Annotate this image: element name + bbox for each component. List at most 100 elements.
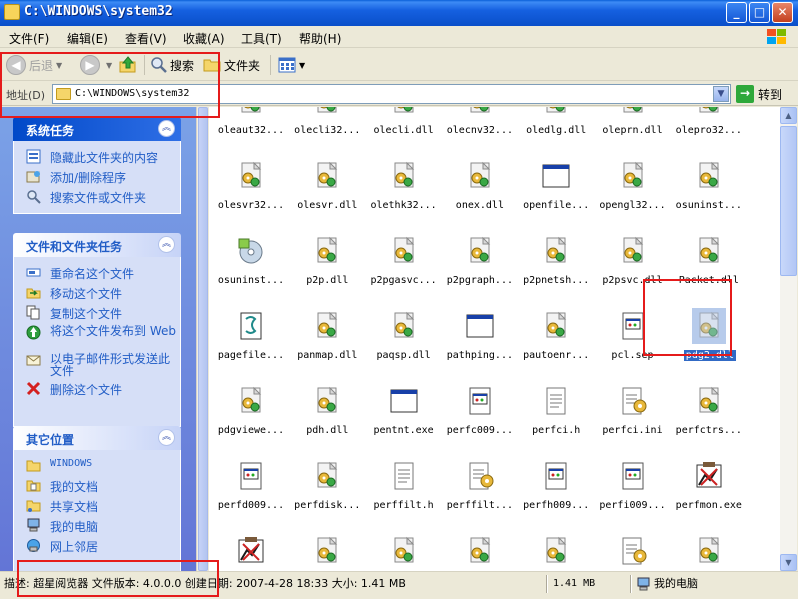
up-button[interactable] (118, 53, 138, 77)
file-tasks-header[interactable]: 文件和文件夹任务 ︽ (13, 233, 181, 257)
file-item[interactable]: perfd009... (213, 452, 289, 527)
folders-button[interactable]: 文件夹 (203, 53, 260, 77)
menu-file[interactable]: 文件(F) (9, 30, 49, 47)
scroll-up-button[interactable]: ▲ (780, 107, 797, 124)
file-item[interactable]: perfts.dll (671, 527, 747, 571)
task-move-file[interactable]: 移动这个文件 (14, 283, 180, 303)
place-shared-documents[interactable]: 共享文档 (14, 496, 180, 516)
file-item[interactable]: pdg2.dll (671, 302, 747, 377)
file-item[interactable]: olesvr32... (213, 152, 289, 227)
task-publish-web[interactable]: 将这个文件发布到 Web (14, 323, 180, 351)
file-item[interactable]: olecnv32... (442, 107, 518, 152)
file-list-scrollbar[interactable]: ▲ ▼ (780, 107, 797, 571)
file-item[interactable]: olecli32... (289, 107, 365, 152)
place-my-computer[interactable]: 我的电脑 (14, 516, 180, 536)
file-item[interactable]: oleprn.dll (595, 107, 671, 152)
title-bar[interactable]: C:\WINDOWS\system32 _ □ ✕ (0, 0, 798, 26)
collapse-icon[interactable]: ︽ (158, 120, 175, 137)
file-item[interactable]: perfnet.dll (289, 527, 365, 571)
file-item[interactable]: perffilt... (442, 452, 518, 527)
place-network[interactable]: 网上邻居 (14, 536, 180, 556)
maximize-button[interactable]: □ (749, 2, 770, 23)
system-tasks-header[interactable]: 系统任务 ︽ (13, 117, 181, 141)
file-item[interactable]: oleaut32... (213, 107, 289, 152)
file-item[interactable]: onex.dll (442, 152, 518, 227)
file-name: perfci.ini (602, 425, 663, 436)
menu-favorites[interactable]: 收藏(A) (183, 30, 225, 47)
task-copy-file[interactable]: 复制这个文件 (14, 303, 180, 323)
file-name: perfctrs... (675, 425, 742, 436)
scroll-down-button[interactable]: ▼ (780, 554, 797, 571)
file-item[interactable]: perfproc... (518, 527, 594, 571)
go-button[interactable]: → 转到 (736, 84, 792, 104)
file-item[interactable]: olethk32... (366, 152, 442, 227)
file-item[interactable]: perfci.ini (595, 377, 671, 452)
file-item[interactable]: perfmon.msc (213, 527, 289, 571)
collapse-icon[interactable]: ︽ (158, 429, 175, 446)
file-item[interactable]: olecli.dll (366, 107, 442, 152)
menu-tools[interactable]: 工具(T) (241, 30, 282, 47)
close-button[interactable]: ✕ (772, 2, 793, 23)
file-item[interactable]: pagefile... (213, 302, 289, 377)
task-search-files[interactable]: 搜索文件或文件夹 (14, 187, 180, 207)
file-item[interactable]: olepro32... (671, 107, 747, 152)
file-item[interactable]: perfmon.exe (671, 452, 747, 527)
file-item[interactable]: perfdisk... (289, 452, 365, 527)
file-item[interactable]: p2p.dll (289, 227, 365, 302)
file-item[interactable]: perfh009... (518, 452, 594, 527)
task-add-remove-programs[interactable]: 添加/删除程序 (14, 167, 180, 187)
views-button[interactable]: ▼ (278, 53, 305, 77)
shared-folder-icon (26, 500, 41, 512)
menu-help[interactable]: 帮助(H) (299, 30, 341, 47)
back-button[interactable]: ◀ 后退 ▼ (6, 53, 62, 77)
file-item[interactable]: openfile... (518, 152, 594, 227)
file-item[interactable]: olesvr.dll (289, 152, 365, 227)
task-email-file[interactable]: 以电子邮件形式发送此文件 (14, 351, 180, 379)
forward-button[interactable]: ▶ ▼ (80, 53, 112, 77)
file-item[interactable]: opengl32... (595, 152, 671, 227)
file-item[interactable]: pdh.dll (289, 377, 365, 452)
file-item[interactable]: PerfStri... (595, 527, 671, 571)
file-item[interactable]: perfci.h (518, 377, 594, 452)
file-item[interactable]: pentnt.exe (366, 377, 442, 452)
forward-arrow-icon: ▶ (80, 55, 100, 75)
address-dropdown-button[interactable]: ▼ (713, 86, 729, 102)
collapse-icon[interactable]: ︽ (158, 236, 175, 253)
file-item[interactable]: paqsp.dll (366, 302, 442, 377)
file-item[interactable]: Packet.dll (671, 227, 747, 302)
file-item[interactable]: pcl.sep (595, 302, 671, 377)
scrollbar-thumb[interactable] (198, 107, 208, 571)
file-item[interactable]: p2psvc.dll (595, 227, 671, 302)
file-item[interactable]: perfctrs... (671, 377, 747, 452)
file-item[interactable]: p2pnetsh... (518, 227, 594, 302)
file-item[interactable]: p2pgraph... (442, 227, 518, 302)
menu-edit[interactable]: 编辑(E) (67, 30, 108, 47)
scrollbar-thumb[interactable] (780, 126, 797, 276)
task-label: 复制这个文件 (50, 307, 123, 321)
file-item[interactable]: panmap.dll (289, 302, 365, 377)
search-button[interactable]: 搜索 (150, 53, 194, 77)
file-item[interactable]: pathping... (442, 302, 518, 377)
file-item[interactable]: perfc009... (442, 377, 518, 452)
task-hide-contents[interactable]: 隐藏此文件夹的内容 (14, 147, 180, 167)
file-item[interactable]: pdgviewe... (213, 377, 289, 452)
place-my-documents[interactable]: 我的文档 (14, 476, 180, 496)
task-rename-file[interactable]: 重命名这个文件 (14, 263, 180, 283)
file-item[interactable]: p2pgasvc... (366, 227, 442, 302)
task-pane-scrollbar[interactable] (196, 107, 208, 571)
file-item[interactable]: perffilt.h (366, 452, 442, 527)
other-places-header[interactable]: 其它位置 ︽ (13, 426, 181, 450)
address-input[interactable]: C:\WINDOWS\system32 ▼ (52, 84, 731, 104)
place-windows[interactable]: WINDOWS (14, 456, 180, 476)
file-item[interactable]: perfnw.dll (366, 527, 442, 571)
minimize-button[interactable]: _ (726, 2, 747, 23)
file-item[interactable]: osuninst... (671, 152, 747, 227)
file-item[interactable]: perfos.dll (442, 527, 518, 571)
file-item[interactable]: oledlg.dll (518, 107, 594, 152)
file-item[interactable]: perfi009... (595, 452, 671, 527)
file-item[interactable]: pautoenr... (518, 302, 594, 377)
task-delete-file[interactable]: 删除这个文件 (14, 379, 180, 399)
menu-view[interactable]: 查看(V) (125, 30, 167, 47)
task-label: 共享文档 (50, 500, 99, 514)
file-item[interactable]: osuninst... (213, 227, 289, 302)
